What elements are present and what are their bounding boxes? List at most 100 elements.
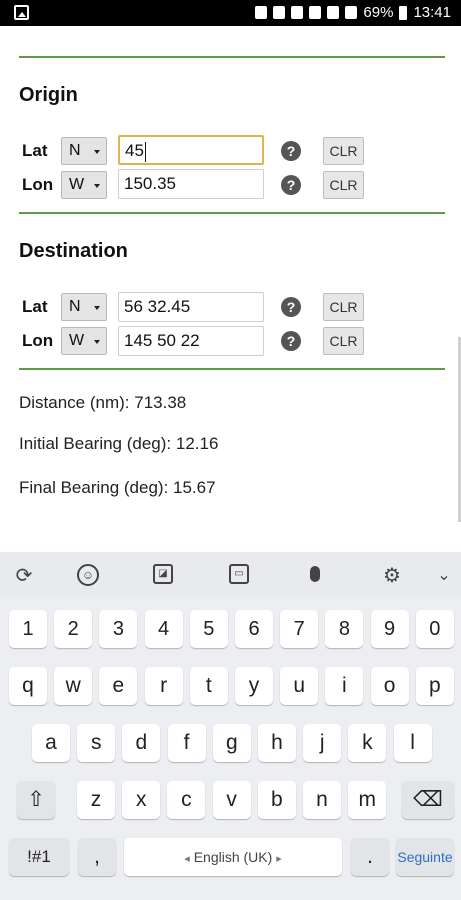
key-9[interactable]: 9 xyxy=(370,610,409,648)
text-cursor xyxy=(144,141,146,162)
key-p[interactable]: p xyxy=(415,667,454,705)
space-key[interactable]: ◂ English (UK) ▸ xyxy=(124,838,342,876)
key-5[interactable]: 5 xyxy=(189,610,228,648)
translate-icon[interactable]: ⟳ xyxy=(12,564,36,588)
backspace-key[interactable]: ⌫ xyxy=(402,781,454,819)
divider xyxy=(19,212,445,214)
microphone-icon[interactable] xyxy=(303,564,327,588)
comma-key[interactable]: , xyxy=(78,838,116,876)
origin-lat-clear-button[interactable]: CLR xyxy=(323,137,364,165)
key-n[interactable]: n xyxy=(303,781,341,819)
destination-lon-clear-button[interactable]: CLR xyxy=(323,327,364,355)
origin-lat-label: Lat xyxy=(22,141,48,160)
destination-lat-value: 56 32.45 xyxy=(124,297,191,316)
key-k[interactable]: k xyxy=(348,724,387,762)
key-r[interactable]: r xyxy=(144,667,183,705)
symbols-key[interactable]: !#1 xyxy=(9,838,69,876)
key-t[interactable]: t xyxy=(189,667,228,705)
gif-icon[interactable]: ▭ xyxy=(229,564,249,584)
settings-icon[interactable]: ⚙ xyxy=(380,564,404,588)
origin-lon-direction-select[interactable]: W xyxy=(61,171,107,199)
destination-lat-clear-button[interactable]: CLR xyxy=(323,293,364,321)
key-c[interactable]: c xyxy=(167,781,206,819)
keyboard-toolbar: ⟳ ☺ ◪ ▭ ⚙ ⌄ xyxy=(0,552,461,597)
destination-lat-label: Lat xyxy=(22,297,48,316)
key-b[interactable]: b xyxy=(257,781,296,819)
destination-lat-input[interactable]: 56 32.45 xyxy=(118,292,264,322)
destination-lon-direction-value: W xyxy=(69,332,85,349)
shift-icon: ⇧ xyxy=(27,788,45,811)
destination-lon-label: Lon xyxy=(22,331,54,350)
key-q[interactable]: q xyxy=(9,667,47,705)
chevron-left-icon: ◂ xyxy=(184,853,190,865)
key-x[interactable]: x xyxy=(122,781,161,819)
key-u[interactable]: u xyxy=(280,667,319,705)
key-i[interactable]: i xyxy=(325,667,364,705)
key-6[interactable]: 6 xyxy=(235,610,273,648)
key-8[interactable]: 8 xyxy=(325,610,364,648)
next-key[interactable]: Seguinte xyxy=(396,838,454,876)
key-m[interactable]: m xyxy=(348,781,387,819)
key-h[interactable]: h xyxy=(258,724,296,762)
chevron-down-icon xyxy=(94,306,100,310)
key-2[interactable]: 2 xyxy=(54,610,93,648)
origin-lon-direction-value: W xyxy=(69,176,85,193)
origin-lon-clear-button[interactable]: CLR xyxy=(323,171,364,199)
origin-lon-value: 150.35 xyxy=(124,174,176,193)
mute-icon xyxy=(327,6,340,19)
key-l[interactable]: l xyxy=(393,724,432,762)
shift-key[interactable]: ⇧ xyxy=(17,781,55,819)
signal-icon xyxy=(345,6,358,19)
destination-lon-value: 145 50 22 xyxy=(124,331,200,350)
key-o[interactable]: o xyxy=(370,667,409,705)
chevron-right-icon: ▸ xyxy=(276,853,282,865)
chevron-down-icon xyxy=(94,340,100,344)
destination-lon-direction-select[interactable]: W xyxy=(61,327,107,355)
origin-lat-value: 45 xyxy=(125,141,144,160)
period-key[interactable]: . xyxy=(351,838,389,876)
help-icon[interactable]: ? xyxy=(281,331,301,351)
battery-icon xyxy=(399,5,408,20)
key-e[interactable]: e xyxy=(99,667,138,705)
clock: 13:41 xyxy=(413,4,451,21)
key-y[interactable]: y xyxy=(235,667,273,705)
help-icon[interactable]: ? xyxy=(281,141,301,161)
origin-title: Origin xyxy=(19,84,78,106)
origin-lat-direction-select[interactable]: N xyxy=(61,137,107,165)
destination-lat-direction-select[interactable]: N xyxy=(61,293,107,321)
emoji-icon[interactable]: ☺ xyxy=(77,564,99,586)
bluetooth-icon xyxy=(291,6,304,19)
key-0[interactable]: 0 xyxy=(415,610,454,648)
origin-lon-input[interactable]: 150.35 xyxy=(118,169,264,199)
key-z[interactable]: z xyxy=(77,781,115,819)
key-g[interactable]: g xyxy=(212,724,251,762)
key-v[interactable]: v xyxy=(212,781,251,819)
key-j[interactable]: j xyxy=(303,724,342,762)
divider xyxy=(19,56,445,58)
lock-icon xyxy=(255,6,268,19)
backspace-icon: ⌫ xyxy=(413,788,443,811)
collapse-icon[interactable]: ⌄ xyxy=(432,564,456,588)
destination-lon-input[interactable]: 145 50 22 xyxy=(118,326,264,356)
key-f[interactable]: f xyxy=(167,724,206,762)
origin-lat-direction-value: N xyxy=(69,142,81,159)
sticker-icon[interactable]: ◪ xyxy=(153,564,173,584)
key-w[interactable]: w xyxy=(54,667,93,705)
key-a[interactable]: a xyxy=(32,724,70,762)
origin-lat-input[interactable]: 45 xyxy=(118,135,264,165)
final-bearing-result: Final Bearing (deg): 15.67 xyxy=(19,478,216,497)
keyboard: ⟳ ☺ ◪ ▭ ⚙ ⌄ 1234567890 qwertyuiop asdfgh… xyxy=(0,552,461,900)
battery-percent: 69% xyxy=(363,4,394,21)
key-3[interactable]: 3 xyxy=(99,610,138,648)
key-7[interactable]: 7 xyxy=(280,610,319,648)
key-d[interactable]: d xyxy=(122,724,161,762)
chevron-down-icon xyxy=(94,150,100,154)
help-icon[interactable]: ? xyxy=(281,297,301,317)
gallery-notification-icon xyxy=(14,5,29,20)
divider xyxy=(19,368,445,370)
help-icon[interactable]: ? xyxy=(281,175,301,195)
key-s[interactable]: s xyxy=(77,724,116,762)
key-1[interactable]: 1 xyxy=(9,610,47,648)
key-4[interactable]: 4 xyxy=(144,610,183,648)
destination-lat-direction-value: N xyxy=(69,298,81,315)
